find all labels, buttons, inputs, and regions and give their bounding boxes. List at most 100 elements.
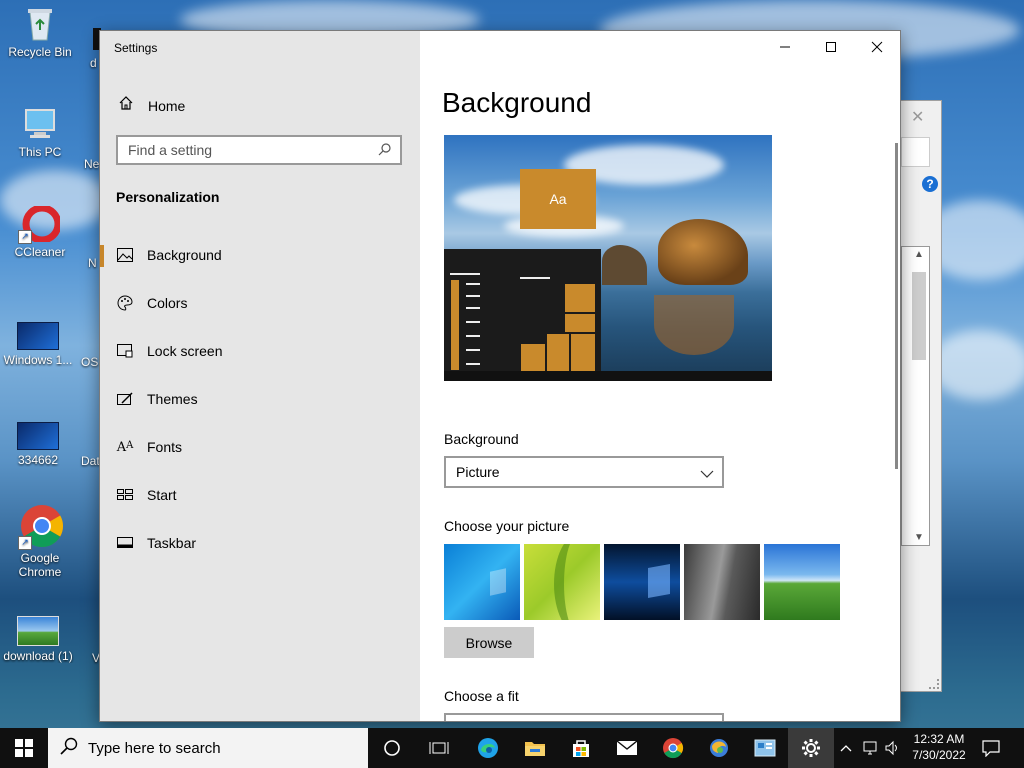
sidebar-item-start[interactable]: Start <box>100 475 420 515</box>
sidebar-item-themes[interactable]: Themes <box>100 379 420 419</box>
chrome-icon: ↗ <box>18 504 64 550</box>
background-label: Background <box>444 431 519 447</box>
chevron-up-icon <box>840 745 852 752</box>
mail-icon <box>616 740 638 755</box>
sidebar-item-fonts[interactable]: AA Fonts <box>100 427 420 467</box>
taskbar: Type here to search 12:32 AM 7/30/2022 <box>0 728 1024 768</box>
control-panel-button[interactable] <box>742 728 788 768</box>
sidebar-item-label: Start <box>147 487 177 503</box>
sidebar: Settings Home Personalization Background <box>100 31 420 721</box>
settings-taskbar-button[interactable] <box>788 728 834 768</box>
background-dropdown[interactable]: Picture <box>444 456 724 488</box>
scroll-down-icon[interactable]: ▼ <box>914 532 924 543</box>
ccleaner-icon: ↗ <box>18 204 62 244</box>
home-icon <box>116 95 136 116</box>
nav-home-label: Home <box>148 97 186 114</box>
task-view-button[interactable] <box>416 728 462 768</box>
sidebar-item-label: Taskbar <box>147 535 197 551</box>
taskbar-search-placeholder: Type here to search <box>88 739 221 757</box>
desktop-icon-partial: d <box>90 56 97 70</box>
text-field[interactable] <box>901 137 930 167</box>
windows-image-icon <box>17 322 59 350</box>
store-icon <box>573 740 589 757</box>
desktop-icon-334662[interactable]: 334662 <box>0 422 78 467</box>
sidebar-item-label: Background <box>147 247 222 263</box>
file-explorer-button[interactable] <box>512 728 558 768</box>
desktop-icon-ccleaner[interactable]: ↗ CCleaner <box>0 204 80 259</box>
shortcut-arrow-icon: ↗ <box>18 230 32 244</box>
find-setting-box[interactable] <box>116 135 402 165</box>
desktop-icon-recycle-bin[interactable]: Recycle Bin <box>0 6 80 59</box>
edge-button[interactable] <box>465 728 511 768</box>
main-content: Background Aa Background Picture Choose … <box>420 31 900 721</box>
picture-thumbnail[interactable] <box>444 544 520 620</box>
scrollbar-thumb[interactable] <box>912 272 926 360</box>
cloud <box>930 330 1024 400</box>
image-file-icon <box>17 422 59 450</box>
task-view-icon <box>429 742 449 754</box>
preview-tile-text: Aa <box>520 169 596 229</box>
scrollbar-thumb[interactable] <box>895 143 898 469</box>
picture-thumbnail[interactable] <box>524 544 600 620</box>
mail-button[interactable] <box>604 728 650 768</box>
shortcut-arrow-icon: ↗ <box>18 536 32 550</box>
cortana-icon <box>384 740 400 756</box>
browse-button[interactable]: Browse <box>444 627 534 658</box>
themes-icon <box>116 392 134 406</box>
clock[interactable]: 12:32 AM 7/30/2022 <box>904 731 974 763</box>
cortana-button[interactable] <box>369 728 415 768</box>
desktop-icon-download[interactable]: download (1) <box>0 616 78 663</box>
sidebar-item-taskbar[interactable]: Taskbar <box>100 523 420 563</box>
picture-thumbnail[interactable] <box>684 544 760 620</box>
scroll-up-icon[interactable]: ▲ <box>914 249 924 260</box>
resize-grip[interactable] <box>929 679 939 689</box>
picture-thumbnails <box>444 544 840 620</box>
desktop-icon-google-chrome[interactable]: ↗ Google Chrome <box>0 504 80 579</box>
app-button[interactable] <box>696 728 742 768</box>
search-icon <box>60 737 78 760</box>
app-icon <box>710 739 728 757</box>
folder-icon <box>525 742 545 756</box>
desktop-icon-partial: OS <box>81 355 99 369</box>
desktop-icon-partial: Ne <box>84 157 100 171</box>
taskbar-search-box[interactable]: Type here to search <box>48 728 368 768</box>
picture-thumbnail[interactable] <box>764 544 840 620</box>
fit-dropdown[interactable] <box>444 713 724 721</box>
network-button[interactable] <box>862 728 880 768</box>
find-setting-input[interactable] <box>118 137 368 163</box>
sidebar-item-background[interactable]: Background <box>100 235 420 275</box>
background-preview: Aa <box>444 135 772 381</box>
window-title: Settings <box>114 41 158 55</box>
gear-icon <box>802 739 820 757</box>
preview-start-menu <box>444 249 601 381</box>
control-panel-icon <box>754 739 776 757</box>
taskbar-icon <box>116 537 134 549</box>
computer-icon <box>20 106 60 142</box>
start-button[interactable] <box>0 728 48 768</box>
sidebar-item-label: Fonts <box>147 439 183 455</box>
help-icon[interactable]: ? <box>922 176 938 192</box>
background-dropdown-value: Picture <box>456 464 500 480</box>
clock-date: 7/30/2022 <box>912 748 966 762</box>
list-box[interactable]: ▲ ▼ <box>901 246 930 546</box>
desktop-icon-partial: N <box>88 256 97 270</box>
picture-thumbnail[interactable] <box>604 544 680 620</box>
background-window[interactable]: ✕ ? ▲ ▼ <box>900 100 942 692</box>
desktop-icon-this-pc[interactable]: This PC <box>0 106 80 159</box>
volume-button[interactable] <box>884 728 900 768</box>
nav-home[interactable]: Home <box>116 95 185 116</box>
close-icon[interactable]: ✕ <box>911 107 924 127</box>
show-hidden-icons-button[interactable] <box>840 728 852 768</box>
action-center-button[interactable] <box>982 728 1000 768</box>
choose-picture-label: Choose your picture <box>444 518 570 534</box>
picture-icon <box>116 248 134 262</box>
sidebar-item-lock-screen[interactable]: Lock screen <box>100 331 420 371</box>
section-title: Personalization <box>116 189 220 205</box>
chrome-button[interactable] <box>650 728 696 768</box>
clock-time: 12:32 AM <box>913 732 965 746</box>
sidebar-item-colors[interactable]: Colors <box>100 283 420 323</box>
desktop-icon-windows[interactable]: Windows 1... <box>0 322 78 367</box>
store-button[interactable] <box>558 728 604 768</box>
fonts-icon: AA <box>116 439 134 455</box>
page-title: Background <box>442 87 592 118</box>
